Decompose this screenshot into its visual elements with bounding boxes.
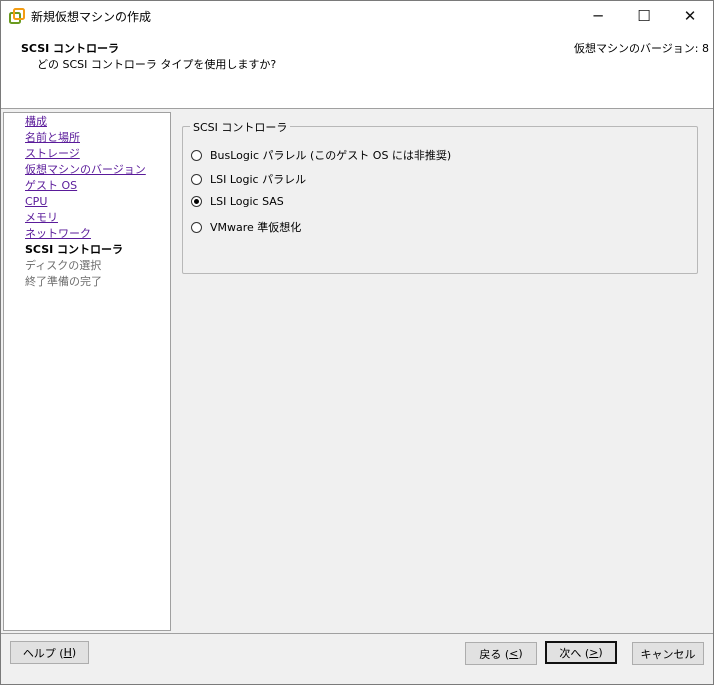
wizard-header: SCSI コントローラ どの SCSI コントローラ タイプを使用しますか? 仮… — [1, 31, 713, 109]
step-select-disk: ディスクの選択 — [25, 259, 102, 272]
maximize-button[interactable]: ☐ — [621, 1, 667, 31]
step-name-location[interactable]: 名前と場所 — [25, 131, 80, 145]
radio-button-selected-icon — [191, 196, 202, 207]
window-title: 新規仮想マシンの作成 — [31, 9, 152, 24]
cancel-button[interactable]: キャンセル — [632, 642, 704, 665]
title-bar: 新規仮想マシンの作成 ─ ☐ ✕ — [1, 1, 713, 31]
radio-lsi-logic-parallel[interactable]: LSI Logic パラレル — [191, 171, 306, 187]
step-configuration[interactable]: 構成 — [25, 115, 47, 129]
vmware-app-icon — [9, 8, 25, 24]
step-vm-version[interactable]: 仮想マシンのバージョン — [25, 163, 146, 177]
close-button[interactable]: ✕ — [667, 1, 713, 31]
step-scsi-controller: SCSI コントローラ — [25, 243, 124, 256]
next-button[interactable]: 次へ (>) — [545, 641, 617, 664]
close-icon: ✕ — [683, 7, 697, 25]
radio-vmware-paravirtual[interactable]: VMware 準仮想化 — [191, 219, 301, 235]
radio-button-icon — [191, 149, 202, 161]
page-subtitle: どの SCSI コントローラ タイプを使用しますか? — [37, 58, 277, 71]
step-memory[interactable]: メモリ — [25, 211, 58, 225]
scsi-controller-group: SCSI コントローラ BusLogic パラレル (このゲスト OS には非推… — [182, 119, 698, 274]
step-storage[interactable]: ストレージ — [25, 147, 80, 161]
step-guest-os[interactable]: ゲスト OS — [25, 179, 77, 193]
footer-separator — [1, 633, 713, 634]
minimize-icon: ─ — [593, 7, 603, 25]
new-vm-wizard-window: 新規仮想マシンの作成 ─ ☐ ✕ SCSI コントローラ どの SCSI コント… — [0, 0, 714, 685]
step-network[interactable]: ネットワーク — [25, 227, 91, 241]
vm-version-label: 仮想マシンのバージョン: 8 — [574, 42, 709, 55]
wizard-steps-panel: 構成 名前と場所 ストレージ 仮想マシンのバージョン ゲスト OS CPU メモ… — [3, 112, 171, 631]
radio-buslogic-parallel[interactable]: BusLogic パラレル (このゲスト OS には非推奨) — [191, 147, 451, 163]
radio-button-icon — [191, 221, 202, 233]
radio-button-icon — [191, 173, 202, 185]
back-button[interactable]: 戻る (<) — [465, 642, 537, 665]
maximize-icon: ☐ — [637, 7, 651, 25]
help-button[interactable]: ヘルプ (H) — [10, 641, 89, 664]
step-ready-to-complete: 終了準備の完了 — [25, 275, 102, 288]
group-label: SCSI コントローラ — [190, 119, 291, 135]
minimize-button[interactable]: ─ — [575, 1, 621, 31]
page-title: SCSI コントローラ — [21, 42, 120, 55]
step-cpu[interactable]: CPU — [25, 195, 47, 209]
radio-lsi-logic-sas[interactable]: LSI Logic SAS — [191, 195, 284, 208]
